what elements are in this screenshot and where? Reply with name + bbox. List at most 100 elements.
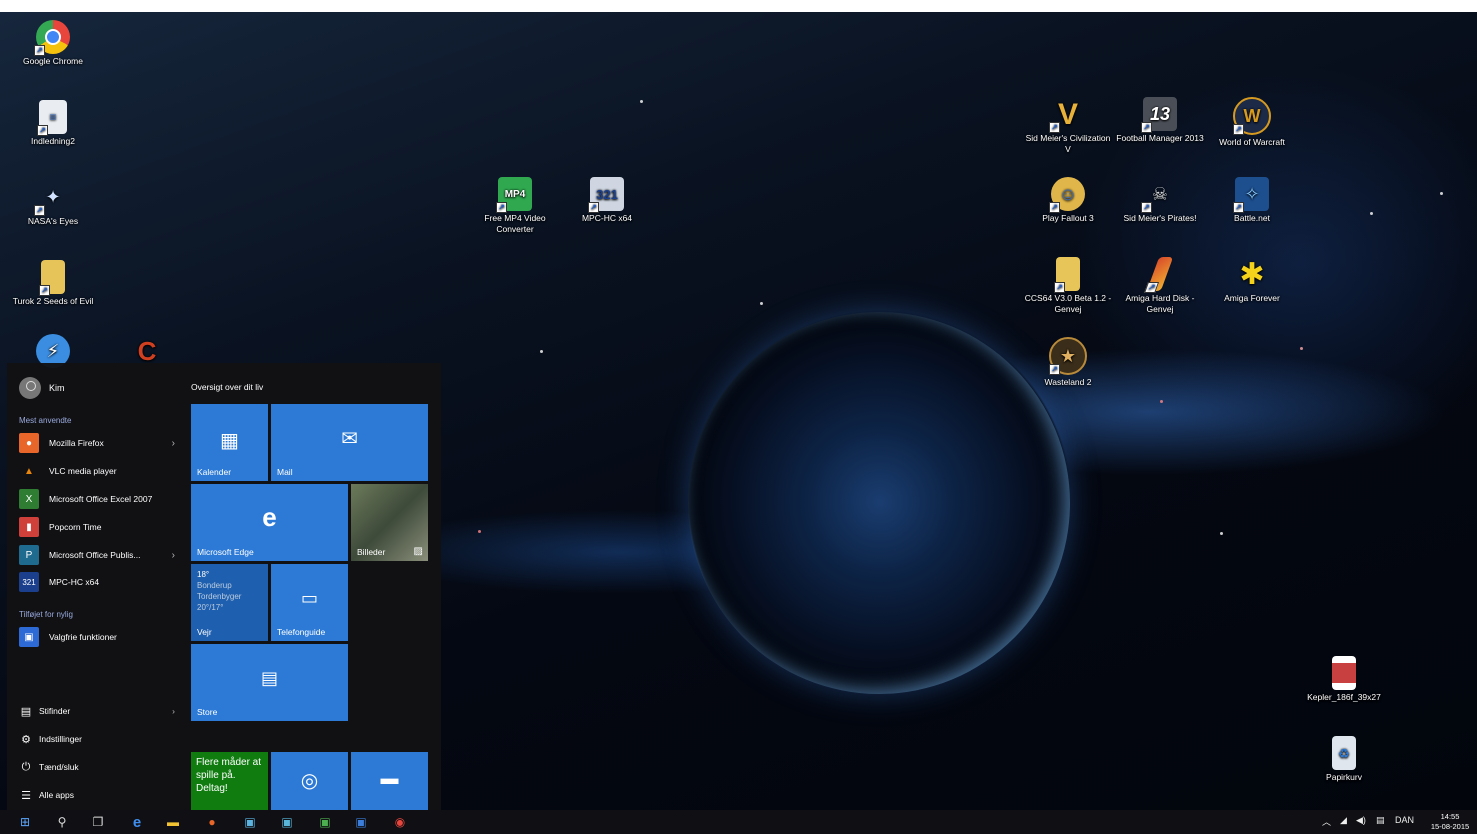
start-app-publisher[interactable]: P Microsoft Office Publis... › [19, 544, 189, 566]
tile-weather[interactable]: 18° Bonderup Tordenbyger 20°/17° Vejr [191, 564, 268, 641]
all-apps-icon: ☰ [21, 789, 31, 802]
desktop-icon-label: Free MP4 Video Converter [484, 213, 546, 234]
tile-edge[interactable]: e Microsoft Edge [191, 484, 348, 561]
tile-phone-companion[interactable]: ▭ Telefonguide [271, 564, 348, 641]
start-all-apps[interactable]: ☰ Alle apps [19, 784, 189, 806]
mpc-hc-icon: 321 [19, 572, 39, 592]
app-label: Mozilla Firefox [49, 438, 104, 448]
chevron-right-icon[interactable]: › [172, 550, 175, 561]
desktop-icon-football-manager[interactable]: 13 ↗ Football Manager 2013 [1114, 97, 1206, 144]
desktop-icon-mpc-hc[interactable]: 321 ↗ MPC-HC x64 [561, 177, 653, 224]
folder-shortcut-icon: ↗ [39, 260, 65, 296]
pirates-icon: ☠ ↗ [1141, 177, 1177, 213]
desktop-icon-pirates[interactable]: ☠ ↗ Sid Meier's Pirates! [1114, 177, 1206, 224]
wasteland-icon: ★ ↗ [1049, 337, 1087, 375]
start-file-explorer[interactable]: ▤ Stifinder › [19, 700, 189, 722]
desktop-icon-turok2[interactable]: ↗ Turok 2 Seeds of Evil [7, 260, 99, 307]
store-bag-icon: ▤ [260, 668, 278, 688]
chevron-right-icon[interactable]: › [172, 706, 175, 716]
file-explorer-icon: ▤ [20, 705, 32, 718]
fallout-icon: ☺ ↗ [1049, 177, 1085, 213]
start-app-vlc[interactable]: ▲ VLC media player [19, 460, 189, 482]
desktop-icon-amiga-forever[interactable]: ✱ Amiga Forever [1206, 257, 1298, 304]
desktop-icon-nasas-eyes[interactable]: ✦ ↗ NASA's Eyes [7, 180, 99, 227]
image-file-icon [1332, 656, 1356, 690]
desktop-icon-kepler[interactable]: Kepler_186f_39x27 [1298, 656, 1390, 703]
desktop-icon-google-chrome[interactable]: ↗ Google Chrome [7, 20, 99, 67]
star [1440, 192, 1443, 195]
language-indicator[interactable]: DAN [1395, 815, 1414, 825]
desktop-icon-label: Sid Meier's Civilization V [1025, 133, 1111, 154]
tile-groove-music[interactable]: ◎ [271, 752, 348, 810]
app-label: Microsoft Office Publis... [49, 550, 141, 560]
publisher-alt-icon[interactable]: ▣ [278, 813, 296, 831]
clock-date: 15-08-2015 [1430, 822, 1470, 831]
vlc-icon: ▲ [24, 465, 34, 477]
desktop-icon-indledning2[interactable]: ≡ ↗ Indledning2 [7, 100, 99, 147]
firefox-icon: ● [19, 433, 39, 453]
tile-mail[interactable]: ✉ Mail [271, 404, 428, 481]
desktop-icon-label: Sid Meier's Pirates! [1123, 213, 1197, 223]
tile-calendar[interactable]: ▦ Kalender [191, 404, 268, 481]
weather-range: 20°/17° [197, 603, 224, 612]
chevron-right-icon[interactable]: › [172, 438, 175, 449]
app-label: Microsoft Office Excel 2007 [49, 494, 153, 504]
tile-store[interactable]: ▤ Store [191, 644, 348, 721]
volume-icon[interactable]: ◀) [1356, 815, 1366, 826]
publisher-icon: P [19, 545, 39, 565]
desktop-icon-civ5[interactable]: V ↗ Sid Meier's Civilization V [1022, 97, 1114, 155]
star [1220, 532, 1223, 535]
tile-photos[interactable]: Billeder ▨ [351, 484, 428, 561]
user-account[interactable]: Kim [19, 377, 65, 399]
file-explorer-icon[interactable]: ▬ [164, 813, 182, 831]
action-center-icon[interactable]: ▤ [1376, 815, 1385, 826]
clock[interactable]: 14:55 15-08-2015 [1424, 812, 1476, 832]
tile-movies-tv[interactable]: ▬ [351, 752, 428, 810]
desktop-icon-ccs64[interactable]: ↗ CCS64 V3.0 Beta 1.2 - Genvej [1022, 257, 1114, 315]
groove-music-icon: ◎ [300, 770, 319, 792]
start-app-valgfrie-funktioner[interactable]: ▣ Valgfrie funktioner [19, 626, 189, 648]
firefox-icon[interactable]: ● [203, 813, 221, 831]
app-icon[interactable]: ▣ [352, 813, 370, 831]
desktop-icon-label: Turok 2 Seeds of Evil [12, 296, 94, 306]
desktop-icon-battlenet[interactable]: ✧ ↗ Battle.net [1206, 177, 1298, 224]
tile-label: Billeder [357, 547, 386, 557]
app-label: Valgfrie funktioner [49, 632, 117, 642]
features-icon: ▣ [19, 627, 39, 647]
document-icon: ≡ ↗ [37, 100, 67, 136]
tile-label: Microsoft Edge [197, 547, 254, 557]
search-icon[interactable]: ⚲ [53, 813, 71, 831]
task-view-icon[interactable]: ❐ [89, 813, 107, 831]
football-manager-icon: 13 ↗ [1141, 97, 1177, 133]
chrome-icon: ↗ [34, 20, 70, 56]
desktop-icon-label: Kepler_186f_39x27 [1307, 692, 1381, 702]
tray-chevron-up-icon[interactable]: ︿ [1322, 815, 1331, 828]
start-app-popcorn-time[interactable]: ▮ Popcorn Time [19, 516, 189, 538]
bottom-label: Alle apps [39, 790, 74, 800]
start-app-mpc-hc[interactable]: 321 MPC-HC x64 [19, 571, 189, 593]
publisher-icon[interactable]: ▣ [241, 813, 259, 831]
tile-xbox[interactable]: Flere måder at spille på. Deltag! [191, 752, 268, 810]
weather-city: Bonderup [197, 581, 232, 590]
desktop-icon-amiga-hd[interactable]: ↗ Amiga Hard Disk - Genvej [1114, 257, 1206, 315]
civ5-icon: V ↗ [1049, 97, 1085, 133]
start-power[interactable]: ⏻ Tænd/sluk [19, 756, 189, 778]
windows-start-icon[interactable]: ⊞ [16, 813, 34, 831]
edge-icon[interactable]: e [128, 813, 146, 831]
desktop-icon-recycle-bin[interactable]: ♻ Papirkurv [1298, 736, 1390, 783]
start-settings[interactable]: ⚙ Indstillinger [19, 728, 189, 750]
desktop-icon-fallout3[interactable]: ☺ ↗ Play Fallout 3 [1022, 177, 1114, 224]
user-name: Kim [49, 383, 65, 393]
photos-icon: ▨ [413, 546, 423, 557]
desktop-icon-free-mp4[interactable]: MP4 ↗ Free MP4 Video Converter [469, 177, 561, 235]
mp4-converter-icon: MP4 ↗ [496, 177, 532, 213]
start-app-firefox[interactable]: ● Mozilla Firefox › [19, 432, 189, 454]
desktop-icon-wasteland2[interactable]: ★ ↗ Wasteland 2 [1022, 337, 1114, 388]
amiga-forever-icon: ✱ [1239, 257, 1265, 291]
start-app-excel[interactable]: X Microsoft Office Excel 2007 [19, 488, 189, 510]
chrome-icon[interactable]: ◉ [391, 813, 409, 831]
most-used-header: Mest anvendte [19, 416, 72, 425]
excel-icon[interactable]: ▣ [316, 813, 334, 831]
network-icon[interactable]: ◢ [1340, 815, 1347, 826]
desktop-icon-wow[interactable]: W ↗ World of Warcraft [1206, 97, 1298, 148]
